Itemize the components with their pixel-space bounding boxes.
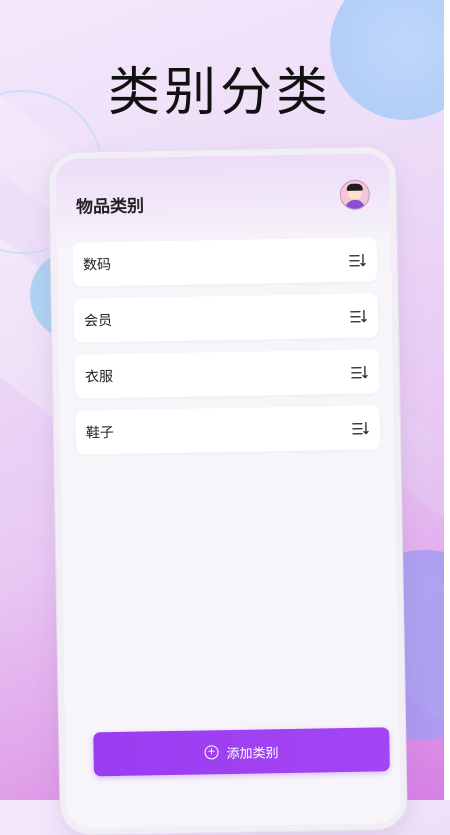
- drag-handle-icon[interactable]: [352, 421, 370, 435]
- avatar-body: [344, 199, 366, 211]
- drag-handle-icon[interactable]: [351, 365, 369, 379]
- list-item[interactable]: 会员: [73, 293, 379, 343]
- add-category-label: 添加类别: [226, 745, 279, 762]
- category-label: 衣服: [84, 368, 114, 386]
- drag-handle-icon[interactable]: [349, 253, 367, 267]
- list-item[interactable]: 衣服: [74, 349, 380, 399]
- category-label: 鞋子: [85, 424, 115, 442]
- category-list: 数码 会员 衣服 鞋子: [72, 237, 381, 466]
- list-item[interactable]: 数码: [72, 237, 378, 287]
- page-title: 物品类别: [75, 196, 145, 218]
- category-label: 数码: [82, 257, 112, 274]
- phone-mockup: 物品类别 数码 会员 衣服 鞋子 + 添加类别: [49, 147, 407, 835]
- list-item[interactable]: 鞋子: [75, 405, 381, 455]
- avatar-hair: [346, 183, 363, 191]
- plus-circle-icon: +: [204, 745, 219, 760]
- drag-handle-icon[interactable]: [350, 309, 368, 323]
- category-label: 会员: [83, 312, 113, 330]
- hero-title: 类别分类: [107, 63, 332, 123]
- add-category-button[interactable]: + 添加类别: [93, 727, 390, 777]
